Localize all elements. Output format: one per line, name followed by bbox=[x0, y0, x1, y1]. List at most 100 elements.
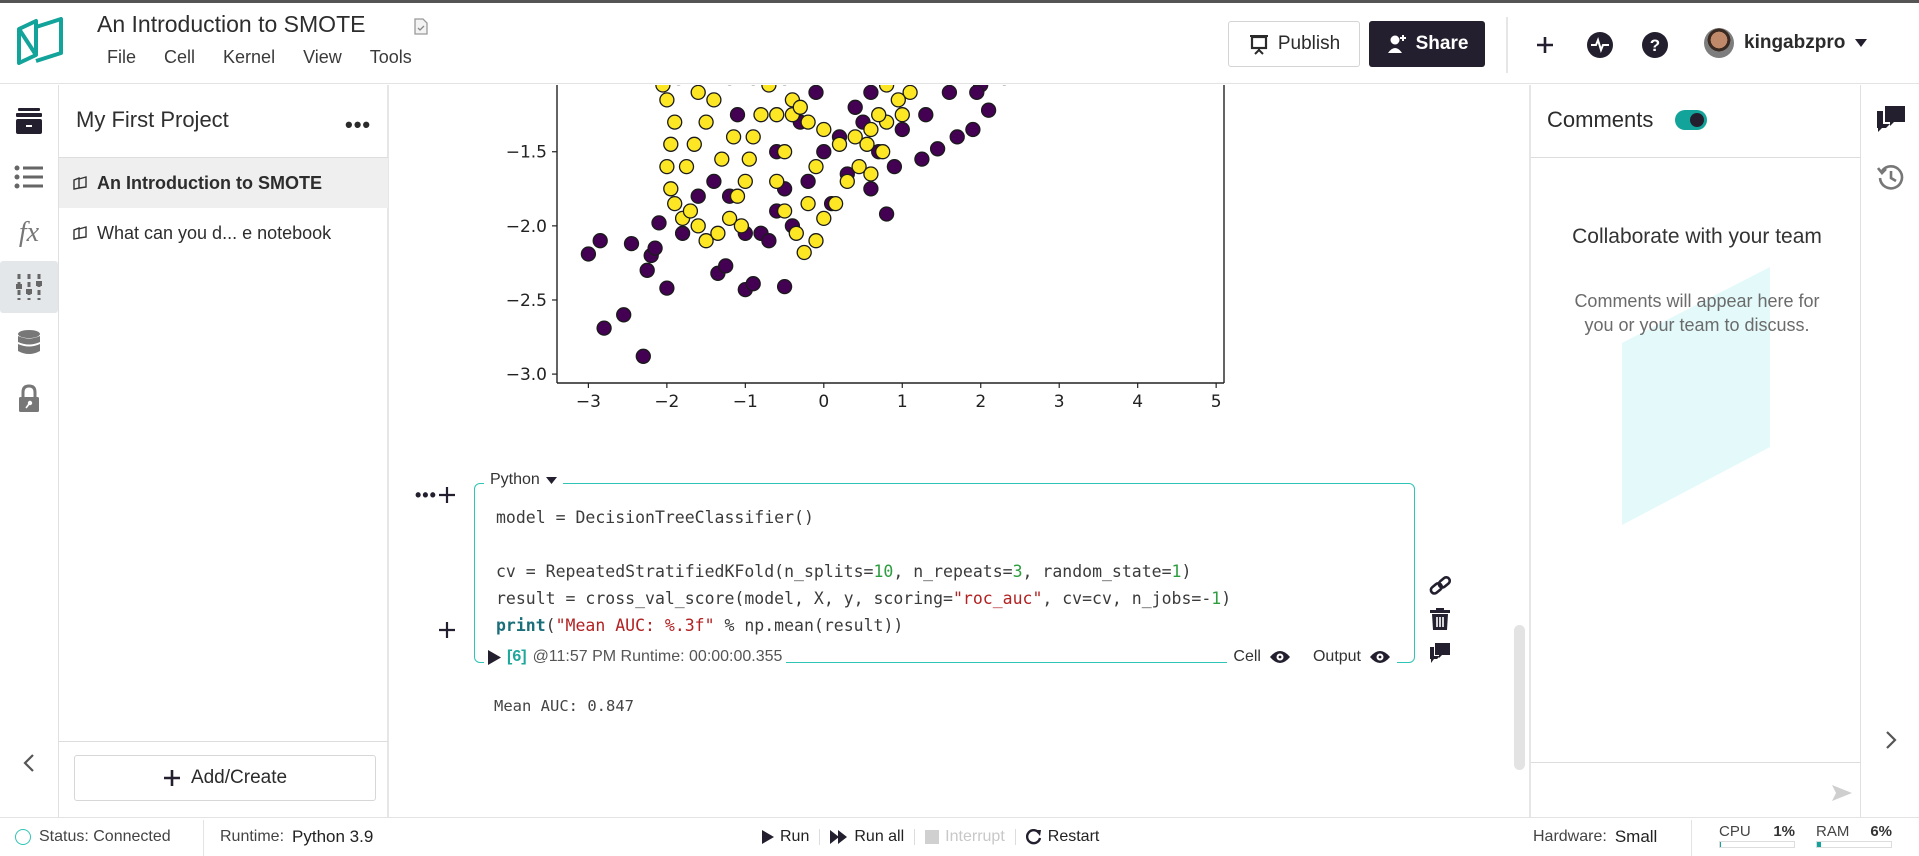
rail-variables[interactable] bbox=[0, 261, 58, 313]
runtime-label: Runtime: bbox=[220, 828, 285, 845]
menu-file[interactable]: File bbox=[107, 47, 136, 68]
notebook-item[interactable]: An Introduction to SMOTE bbox=[59, 158, 388, 208]
run-all-label: Run all bbox=[854, 828, 905, 845]
hardware-value[interactable]: Small bbox=[1615, 827, 1658, 847]
comment-icon[interactable] bbox=[1428, 641, 1452, 665]
comments-title: Comments bbox=[1547, 107, 1654, 132]
status-bar: Status: Connected Runtime: Python 3.9 Ru… bbox=[0, 817, 1919, 856]
scatter-point-class1 bbox=[663, 181, 679, 197]
ram-meter: RAM 6% bbox=[1816, 823, 1892, 848]
code-token: "roc_auc" bbox=[952, 589, 1043, 608]
scatter-point-class0 bbox=[761, 233, 777, 249]
x-tick-label: −1 bbox=[733, 392, 758, 412]
code-token: 1 bbox=[1211, 589, 1222, 608]
code-cell[interactable]: Python model = DecisionTreeClassifier() c… bbox=[474, 471, 1415, 666]
scatter-point-class1 bbox=[725, 129, 742, 145]
add-cell-above-icon[interactable] bbox=[439, 487, 455, 503]
help-icon[interactable]: ? bbox=[1641, 31, 1669, 59]
code-token: print bbox=[496, 616, 546, 635]
rail-archive[interactable] bbox=[0, 95, 58, 147]
add-create-button[interactable]: Add/Create bbox=[74, 755, 376, 801]
plus-icon[interactable] bbox=[1531, 31, 1559, 59]
main-scrollbar[interactable] bbox=[1514, 625, 1525, 770]
menu-kernel[interactable]: Kernel bbox=[223, 47, 275, 68]
database-icon bbox=[18, 330, 40, 354]
scatter-point-class1 bbox=[792, 99, 808, 115]
language-selector[interactable]: Python bbox=[484, 471, 563, 489]
code-token: cv = RepeatedStratifiedKFold(n_splits= bbox=[496, 562, 874, 581]
link-icon[interactable] bbox=[1428, 575, 1452, 597]
scatter-point-class1 bbox=[871, 107, 887, 123]
archive-icon bbox=[16, 108, 42, 134]
notebook-label: What can you d... e notebook bbox=[97, 222, 332, 243]
empty-state-text: Comments will appear here for you or you… bbox=[1574, 291, 1820, 335]
publish-label: Publish bbox=[1277, 33, 1341, 54]
scatter-point-class1 bbox=[659, 92, 675, 108]
x-tick-label: 3 bbox=[1054, 392, 1065, 412]
cell-visibility-controls: Cell Output bbox=[1227, 648, 1397, 666]
runtime-value[interactable]: Python 3.9 bbox=[292, 827, 373, 847]
interrupt-button[interactable]: Interrupt bbox=[925, 828, 1005, 846]
code-token: "Mean AUC: %.3f" bbox=[555, 616, 715, 635]
eye-icon[interactable] bbox=[1269, 650, 1291, 664]
plot-points bbox=[580, 85, 1007, 364]
activity-icon[interactable] bbox=[1586, 31, 1614, 59]
cpu-value: 1% bbox=[1773, 823, 1795, 840]
add-user-icon bbox=[1387, 35, 1406, 53]
rail-outline[interactable] bbox=[0, 151, 58, 203]
scatter-point-class0 bbox=[863, 85, 879, 101]
y-tick-label: −1.0 bbox=[506, 85, 547, 89]
notebook-icon bbox=[73, 226, 87, 240]
menu-view[interactable]: View bbox=[303, 47, 342, 68]
restart-icon bbox=[1025, 829, 1041, 845]
comments-icon[interactable] bbox=[1876, 105, 1906, 133]
function-icon: fx bbox=[18, 217, 40, 248]
notebook-item[interactable]: What can you d... e notebook bbox=[59, 208, 388, 258]
avatar bbox=[1704, 28, 1734, 58]
menu-tools[interactable]: Tools bbox=[370, 47, 412, 68]
user-menu[interactable]: kingabzpro bbox=[1704, 28, 1868, 58]
notebook-icon bbox=[73, 176, 87, 190]
menu-cell[interactable]: Cell bbox=[164, 47, 195, 68]
eye-icon[interactable] bbox=[1369, 650, 1391, 664]
hardware-label: Hardware: bbox=[1533, 828, 1607, 845]
run-button[interactable]: Run bbox=[762, 828, 809, 846]
run-all-button[interactable]: Run all bbox=[830, 828, 904, 846]
restart-button[interactable]: Restart bbox=[1025, 828, 1099, 846]
code-line: cv = RepeatedStratifiedKFold(n_splits=10… bbox=[496, 558, 1231, 585]
scatter-point-class0 bbox=[729, 107, 746, 123]
chevron-right-icon[interactable] bbox=[1884, 730, 1898, 750]
trash-icon[interactable] bbox=[1428, 607, 1452, 631]
rail-data[interactable] bbox=[0, 317, 58, 369]
app-logo-icon[interactable] bbox=[16, 17, 64, 65]
toggle-knob bbox=[1690, 113, 1704, 127]
history-icon[interactable] bbox=[1877, 163, 1905, 191]
cell-menu-button[interactable]: ••• bbox=[415, 485, 437, 506]
x-tick-label: 4 bbox=[1132, 392, 1143, 412]
y-tick-label: −1.5 bbox=[506, 143, 547, 163]
document-title[interactable]: An Introduction to SMOTE bbox=[97, 11, 365, 38]
project-more-button[interactable]: ••• bbox=[345, 112, 371, 138]
code-token: , cv=cv, n_jobs=- bbox=[1042, 589, 1212, 608]
scatter-point-class0 bbox=[918, 107, 934, 123]
publish-button[interactable]: Publish bbox=[1228, 21, 1360, 67]
caret-down-icon bbox=[1855, 39, 1868, 47]
add-cell-below-icon[interactable] bbox=[439, 622, 455, 638]
run-cell-icon[interactable] bbox=[488, 649, 501, 665]
cpu-label: CPU bbox=[1719, 823, 1751, 840]
comments-toggle[interactable] bbox=[1675, 110, 1707, 130]
rail-functions[interactable]: fx bbox=[0, 207, 58, 259]
send-icon[interactable] bbox=[1832, 785, 1852, 801]
scatter-point-class1 bbox=[710, 225, 726, 241]
code-editor[interactable]: model = DecisionTreeClassifier() cv = Rep… bbox=[496, 504, 1231, 639]
y-tick-label: −2.0 bbox=[506, 217, 547, 237]
scatter-point-class0 bbox=[776, 278, 793, 295]
share-button[interactable]: Share bbox=[1369, 21, 1485, 67]
code-token: result = cross_val_score(model, X, y, sc… bbox=[496, 589, 953, 608]
scatter-point-class1 bbox=[733, 218, 750, 234]
interrupt-label: Interrupt bbox=[945, 828, 1005, 845]
rail-secrets[interactable] bbox=[0, 373, 58, 425]
collapse-left-button[interactable] bbox=[0, 737, 58, 789]
x-tick-label: 2 bbox=[975, 392, 986, 412]
